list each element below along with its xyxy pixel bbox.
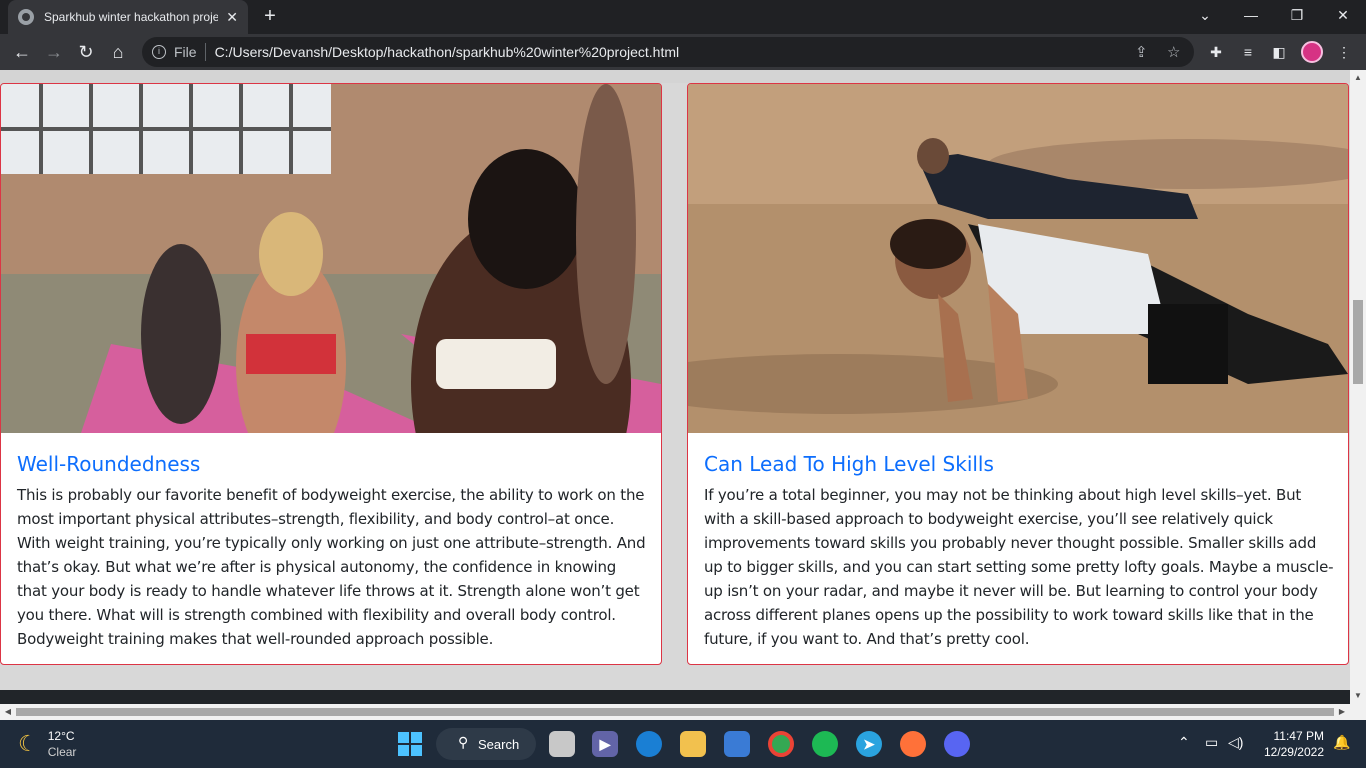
file-explorer-icon[interactable] — [680, 731, 706, 757]
horizontal-scrollbar[interactable]: ◀ ▶ — [0, 704, 1366, 720]
side-panel-icon[interactable]: ◧ — [1269, 42, 1289, 62]
search-icon: ⚲ — [458, 734, 469, 750]
chrome-icon[interactable] — [768, 731, 794, 757]
home-icon[interactable]: ⌂ — [106, 40, 130, 64]
edge-icon[interactable] — [636, 731, 662, 757]
windows-taskbar: ☾ 12°C Clear ⚲ Search ▶ ➤ ⌃ ▭ ◁) 11:47 P… — [0, 720, 1366, 768]
extensions-icon[interactable]: ✚ — [1206, 42, 1226, 62]
vertical-scroll-thumb[interactable] — [1353, 300, 1363, 384]
microsoft-store-icon[interactable] — [724, 731, 750, 757]
clock-date: 12/29/2022 — [1263, 745, 1324, 759]
start-button[interactable] — [398, 732, 422, 756]
weather-condition: Clear — [47, 745, 77, 759]
new-tab-button[interactable]: + — [258, 5, 282, 29]
address-bar[interactable]: i File C:/Users/Devansh/Desktop/hackatho… — [142, 37, 1194, 67]
clock-time: 11:47 PM — [1273, 729, 1324, 743]
page-top-band — [0, 70, 1350, 83]
address-divider — [204, 43, 206, 61]
address-scheme-label: File — [174, 44, 197, 60]
close-window-button[interactable]: ✕ — [1320, 0, 1366, 30]
tray-overflow-icon[interactable]: ⌃ — [1178, 734, 1190, 751]
network-icon[interactable]: ▭ — [1205, 734, 1218, 751]
scroll-up-icon[interactable]: ▲ — [1350, 70, 1366, 86]
fitness-class-photo — [1, 84, 661, 433]
discord-icon[interactable] — [944, 731, 970, 757]
browser-toolbar: ← → ↻ ⌂ i File C:/Users/Devansh/Desktop/… — [0, 34, 1366, 70]
media-control-icon[interactable]: ≡ — [1238, 42, 1258, 62]
scroll-left-icon[interactable]: ◀ — [0, 704, 16, 720]
bookmark-star-icon[interactable]: ☆ — [1167, 43, 1180, 61]
benefit-card-well-roundedness: Well-Roundedness This is probably our fa… — [0, 83, 662, 665]
share-icon[interactable]: ⇪ — [1135, 43, 1148, 61]
telegram-icon[interactable]: ➤ — [856, 731, 882, 757]
weather-temperature: 12°C — [47, 729, 75, 743]
tab-title: Sparkhub winter hackathon proje — [44, 10, 219, 24]
search-label: Search — [478, 736, 520, 752]
beach-pushups-photo — [688, 84, 1348, 433]
benefit-card-high-level-skills: Can Lead To High Level Skills If you’re … — [687, 83, 1349, 665]
scroll-right-icon[interactable]: ▶ — [1334, 704, 1350, 720]
back-icon[interactable]: ← — [10, 40, 34, 64]
card-title: Well-Roundedness — [17, 452, 201, 476]
info-icon[interactable]: i — [152, 45, 166, 59]
tab-search-dropdown-icon[interactable]: ⌄ — [1182, 0, 1228, 30]
tab-close-icon[interactable]: ✕ — [226, 9, 238, 26]
scroll-down-icon[interactable]: ▼ — [1350, 688, 1366, 704]
tab-sparkhub[interactable]: Sparkhub winter hackathon proje ✕ — [8, 0, 248, 34]
card-body: This is probably our favorite benefit of… — [17, 486, 646, 648]
card-body: If you’re a total beginner, you may not … — [704, 486, 1334, 648]
reload-icon[interactable]: ↻ — [74, 40, 98, 64]
firefox-icon[interactable] — [900, 731, 926, 757]
weather-widget[interactable]: ☾ 12°C Clear — [18, 728, 76, 760]
horizontal-scroll-thumb[interactable] — [16, 708, 1334, 716]
minimize-button[interactable]: — — [1228, 0, 1274, 30]
system-clock[interactable]: 11:47 PM 12/29/2022 — [1256, 728, 1324, 760]
teams-chat-icon[interactable]: ▶ — [592, 731, 618, 757]
tab-strip: Sparkhub winter hackathon proje ✕ + ⌄ — … — [0, 0, 1366, 34]
profile-avatar[interactable] — [1301, 41, 1323, 63]
moon-icon: ☾ — [18, 731, 38, 756]
vertical-scrollbar[interactable]: ▲ ▼ — [1350, 70, 1366, 704]
spotify-icon[interactable] — [812, 731, 838, 757]
menu-icon[interactable]: ⋮ — [1334, 42, 1354, 62]
globe-icon — [18, 9, 34, 25]
task-view-icon[interactable] — [549, 731, 575, 757]
notification-icon[interactable]: 🔔 — [1333, 734, 1350, 751]
forward-icon[interactable]: → — [42, 40, 66, 64]
card-title: Can Lead To High Level Skills — [704, 452, 994, 476]
restore-button[interactable]: ❐ — [1274, 0, 1320, 30]
url-text[interactable]: C:/Users/Devansh/Desktop/hackathon/spark… — [215, 44, 680, 60]
volume-icon[interactable]: ◁) — [1228, 734, 1243, 751]
taskbar-search[interactable]: ⚲ Search — [436, 728, 536, 760]
footer-band — [0, 690, 1350, 704]
page-viewport: Well-Roundedness This is probably our fa… — [0, 70, 1350, 704]
